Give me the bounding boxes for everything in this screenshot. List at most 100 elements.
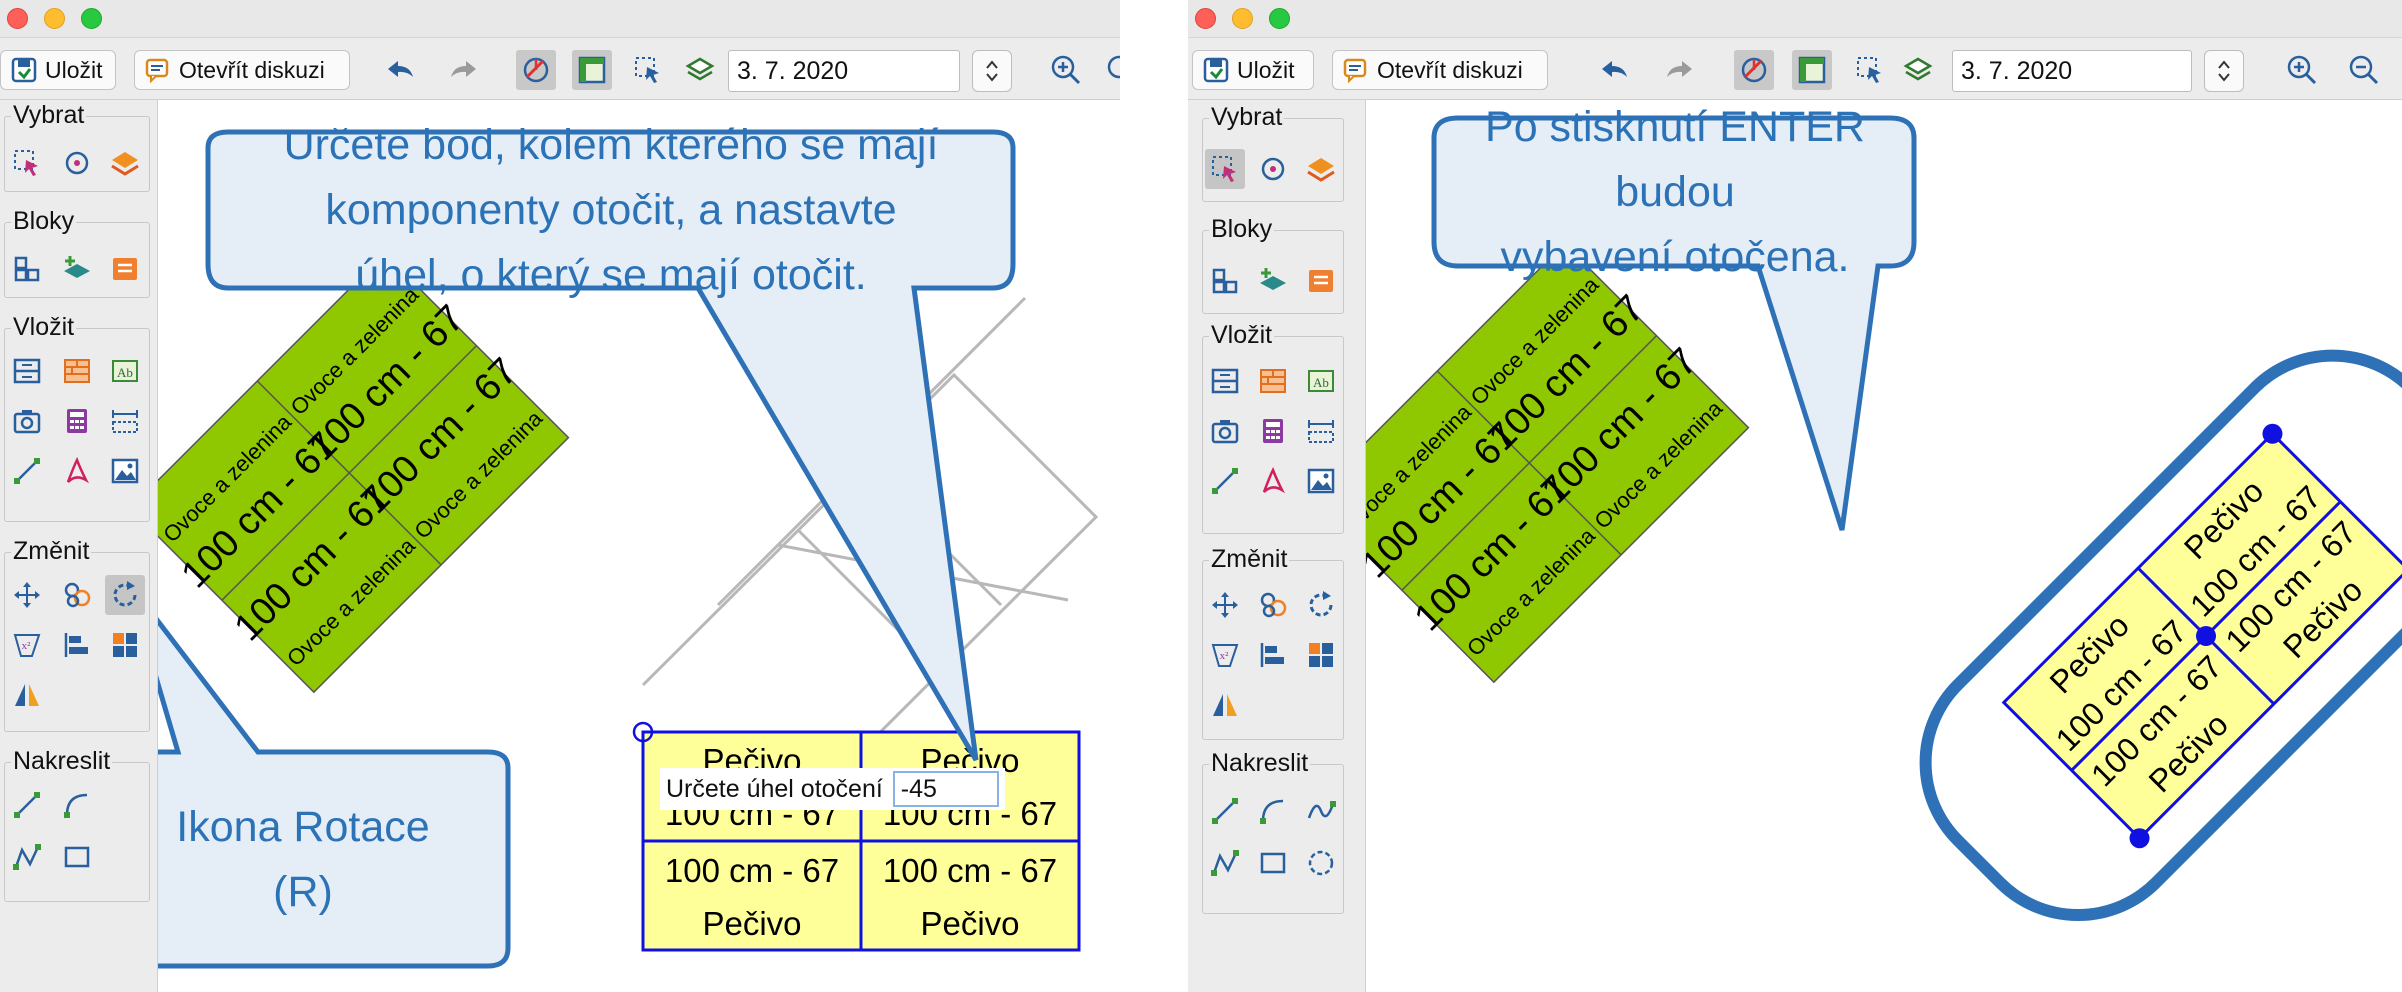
insert-image-button[interactable] (1301, 461, 1341, 501)
snap-angle-toggle[interactable] (1734, 50, 1774, 90)
insert-dimension-button[interactable] (105, 401, 145, 441)
frame-toggle[interactable] (1792, 50, 1832, 90)
save-button[interactable]: Uložit (1192, 50, 1314, 90)
insert-text-button[interactable]: Ab (105, 351, 145, 391)
layers-button[interactable] (1898, 50, 1938, 90)
zoom-window-button[interactable] (81, 8, 102, 29)
insert-line-button[interactable] (7, 451, 47, 491)
insert-wall-button[interactable] (57, 351, 97, 391)
draw-arc-button[interactable] (57, 785, 97, 825)
draw-rectangle-button[interactable] (57, 837, 97, 877)
insert-photo-button[interactable] (1205, 411, 1245, 451)
select-layer-button[interactable] (1301, 149, 1341, 189)
add-block-button[interactable] (1253, 261, 1293, 301)
yellow-shelves-selected[interactable]: Pečivo 100 cm - 67 Pečivo 100 cm - 67 10… (632, 721, 1081, 952)
rotate-tool-button[interactable] (1301, 585, 1341, 625)
close-window-button[interactable] (7, 8, 28, 29)
mirror-tool-button[interactable] (1205, 685, 1245, 725)
angle-input-field[interactable]: -45 (892, 771, 999, 807)
copy-circles-icon (1260, 592, 1287, 618)
insert-image-button[interactable] (105, 451, 145, 491)
select-tool-button[interactable] (1205, 149, 1245, 189)
select-point-button[interactable] (57, 143, 97, 183)
select-point-button[interactable] (1253, 149, 1293, 189)
open-discussion-button[interactable]: Otevřít diskuzi (134, 50, 350, 90)
angle-prompt-label: Určete úhel otočení (666, 774, 883, 803)
blocks-tool-button[interactable] (7, 249, 47, 289)
insert-text-button[interactable]: Ab (1301, 361, 1341, 401)
draw-polyline-button[interactable] (7, 837, 47, 877)
insert-dimension-button[interactable] (1301, 411, 1341, 451)
zoom-out-button-partial[interactable] (1102, 50, 1120, 90)
mirror-tool-button[interactable] (7, 675, 47, 715)
green-shelves: Ovoce a zelenina 100 cm - 67 Ovoce a zel… (1366, 242, 1750, 684)
align-tool-button[interactable] (1253, 635, 1293, 675)
zoom-in-button[interactable] (2282, 50, 2322, 90)
snap-angle-toggle[interactable] (516, 50, 556, 90)
draw-arc-button[interactable] (1253, 791, 1293, 831)
frame-icon (578, 56, 606, 84)
undo-button[interactable] (1594, 50, 1634, 90)
block-list-button[interactable] (105, 249, 145, 289)
target-icon (1261, 157, 1285, 181)
yellow-shelves-rotated[interactable]: Pečivo 100 cm - 67 Pečivo 100 cm - 67 10… (1990, 420, 2402, 853)
dimension-icon (1308, 420, 1334, 443)
move-tool-button[interactable] (1205, 585, 1245, 625)
select-tool-button[interactable] (7, 143, 47, 183)
add-block-button[interactable] (57, 249, 97, 289)
draw-polyline-button[interactable] (1205, 843, 1245, 883)
select-layer-button[interactable] (105, 143, 145, 183)
date-field[interactable]: 3. 7. 2020 (1952, 50, 2192, 92)
open-discussion-button[interactable]: Otevřít diskuzi (1332, 50, 1548, 90)
distribute-tool-button[interactable] (1301, 635, 1341, 675)
close-window-button[interactable] (1195, 8, 1216, 29)
draw-line-button[interactable] (1205, 791, 1245, 831)
undo-button[interactable] (380, 50, 420, 90)
callout-line: vybavení otočena. (1500, 232, 1850, 281)
insert-calculator-button[interactable] (57, 401, 97, 441)
transform-tool-button[interactable]: x² (1205, 635, 1245, 675)
insert-pdf-button[interactable] (1253, 461, 1293, 501)
minimize-window-button[interactable] (1232, 8, 1253, 29)
select-in-area-button[interactable] (628, 50, 668, 90)
rectangle-icon (1260, 852, 1286, 874)
floorplan-canvas[interactable]: Ovoce a zelenina 100 cm - 67 Ovoce a zel… (158, 100, 1120, 992)
insert-pdf-button[interactable] (57, 451, 97, 491)
rotate-tool-button[interactable] (105, 575, 145, 615)
floorplan-canvas[interactable]: Ovoce a zelenina 100 cm - 67 Ovoce a zel… (1366, 100, 2402, 992)
draw-rectangle-button[interactable] (1253, 843, 1293, 883)
zoom-out-button[interactable] (2344, 50, 2384, 90)
redo-button[interactable] (444, 50, 484, 90)
draw-curve-button[interactable] (1301, 791, 1341, 831)
copy-tool-button[interactable] (57, 575, 97, 615)
insert-calculator-button[interactable] (1253, 411, 1293, 451)
group-blocks: Bloky (1202, 215, 1344, 314)
copy-tool-button[interactable] (1253, 585, 1293, 625)
draw-line-button[interactable] (7, 785, 47, 825)
insert-shelf-button[interactable] (7, 351, 47, 391)
transform-tool-button[interactable]: x² (7, 625, 47, 665)
block-list-button[interactable] (1301, 261, 1341, 301)
minimize-window-button[interactable] (44, 8, 65, 29)
move-tool-button[interactable] (7, 575, 47, 615)
redo-icon (451, 61, 476, 77)
insert-shelf-button[interactable] (1205, 361, 1245, 401)
layers-button[interactable] (680, 50, 720, 90)
redo-button[interactable] (1660, 50, 1700, 90)
insert-wall-button[interactable] (1253, 361, 1293, 401)
zoom-window-button[interactable] (1269, 8, 1290, 29)
align-tool-button[interactable] (57, 625, 97, 665)
date-field[interactable]: 3. 7. 2020 (728, 50, 960, 92)
date-stepper[interactable] (2204, 50, 2244, 92)
insert-photo-button[interactable] (7, 401, 47, 441)
frame-toggle[interactable] (572, 50, 612, 90)
zoom-in-button[interactable] (1046, 50, 1086, 90)
save-button[interactable]: Uložit (0, 50, 116, 90)
distribute-tool-button[interactable] (105, 625, 145, 665)
callout-line: komponenty otočit, a nastavte (325, 185, 897, 234)
select-in-area-button[interactable] (1850, 50, 1890, 90)
blocks-tool-button[interactable] (1205, 261, 1245, 301)
date-stepper[interactable] (972, 50, 1012, 92)
insert-line-button[interactable] (1205, 461, 1245, 501)
draw-circle-button[interactable] (1301, 843, 1341, 883)
